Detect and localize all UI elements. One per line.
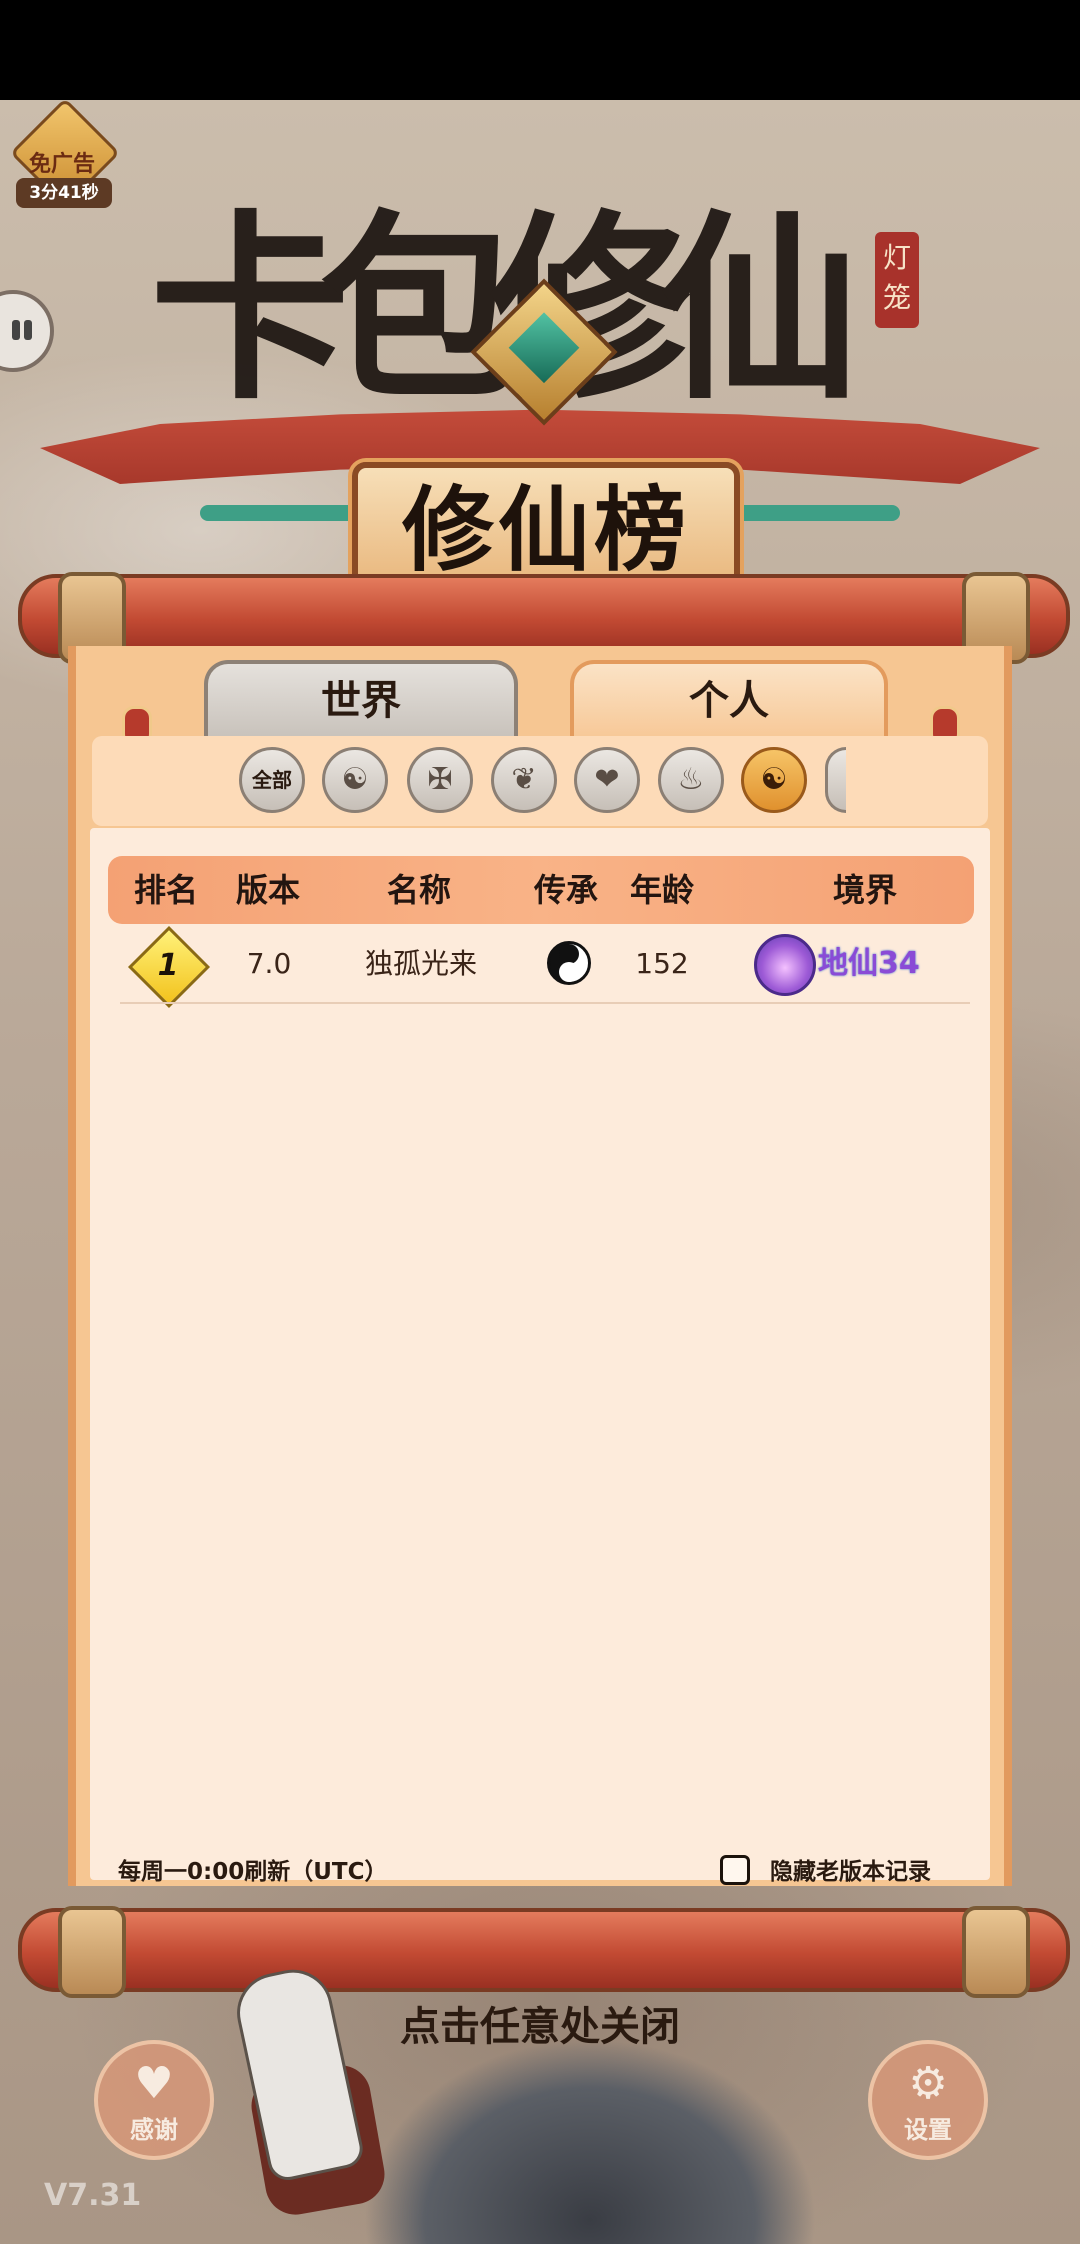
row-player-name: 独孤光来 [364,947,477,980]
row-realm: 地仙34 [818,946,920,981]
app-version: V7.31 [44,2178,142,2213]
thanks-label: 感谢 [130,2116,178,2144]
roll-end-right [962,1906,1030,1998]
status-bar [0,0,1080,100]
header-lineage: 传承 [533,871,598,909]
header-age: 年龄 [629,871,694,909]
header-name: 名称 [386,871,451,909]
thanks-icon: ♥ [134,2058,174,2109]
lantern-tag: 灯笼 [875,232,919,328]
realm-emblem-icon [754,934,816,996]
rank-number: 1 [157,948,179,983]
row-version: 7.0 [246,947,292,980]
header-rank: 排名 [133,871,198,909]
filter-sword-icon[interactable]: ✠ [407,747,473,813]
ad-free-label: 免广告 [28,152,95,177]
filter-book-icon[interactable]: ❦ [491,747,557,813]
filter-taiji-icon[interactable]: ☯ [322,747,388,813]
tab-personal[interactable]: 个人 [570,660,888,738]
filter-heart-icon[interactable]: ❤ [574,747,640,813]
roll-end-left [58,1906,126,1998]
ad-free-timer: 3分41秒 [16,178,112,208]
filter-flame-icon[interactable]: ♨ [658,747,724,813]
header-version: 版本 [235,871,300,909]
header-realm: 境界 [832,871,897,909]
hide-old-versions-label[interactable]: 隐藏老版本记录 [770,1852,931,1886]
ad-free-badge[interactable]: 免广告 3分41秒 [9,97,121,209]
yin-yang-icon [547,941,591,985]
settings-button[interactable]: ⚙ 设置 [868,2040,988,2160]
filter-yin-yang-icon[interactable]: ☯ [741,747,807,813]
gear-icon: ⚙ [908,2058,948,2109]
thanks-button[interactable]: ♥ 感谢 [94,2040,214,2160]
tab-world[interactable]: 世界 [204,660,518,738]
chat-icon [12,320,20,340]
row-age: 152 [635,947,689,980]
hide-old-versions-checkbox[interactable] [720,1855,750,1885]
filter-more-icon[interactable] [825,747,846,813]
filter-all[interactable]: 全部 [239,747,305,813]
refresh-note: 每周一0:00刷新（UTC） [118,1859,388,1885]
settings-label: 设置 [904,2116,952,2144]
row-divider [120,1002,970,1004]
